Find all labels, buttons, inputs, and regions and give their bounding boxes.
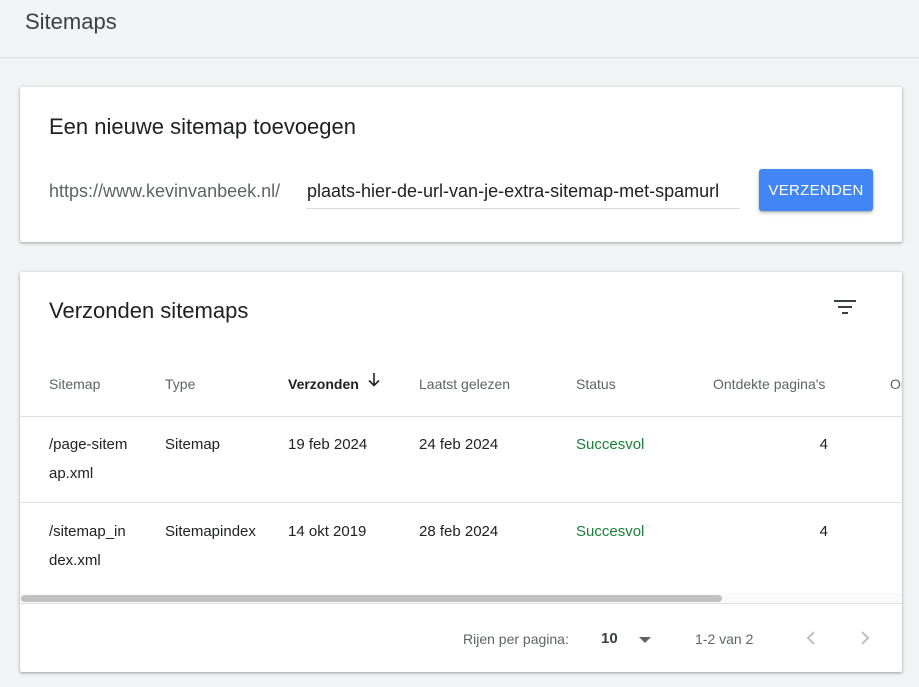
status-text: Succesvol [576, 436, 645, 453]
chevron-left-icon [806, 631, 815, 645]
add-sitemap-card: Een nieuwe sitemap toevoegen https://www… [20, 87, 902, 242]
page-title: Sitemaps [25, 9, 117, 34]
submitted-date: 19 feb 2024 [288, 436, 368, 453]
rows-per-page-select[interactable]: 10 [601, 627, 657, 651]
last-read-date: 24 feb 2024 [419, 436, 499, 453]
sitemap-type: Sitemapindex [165, 523, 256, 540]
dropdown-arrow-icon [639, 637, 651, 643]
arrow-down-icon[interactable] [365, 371, 383, 389]
rows-per-page-value: 10 [601, 630, 618, 647]
chevron-right-icon [861, 631, 870, 645]
horizontal-scrollbar[interactable] [20, 593, 902, 603]
column-header-status[interactable]: Status [576, 376, 616, 392]
sitemap-path-line: ap.xml [49, 465, 94, 482]
scrollbar-thumb[interactable] [21, 595, 722, 602]
sitemap-type: Sitemap [165, 436, 221, 453]
column-header-discovered-pages[interactable]: Ontdekte pagina's [713, 376, 825, 392]
sitemap-path[interactable]: /sitemap_in dex.xml [49, 517, 126, 575]
url-prefix: https://www.kevinvanbeek.nl/ [49, 181, 281, 201]
rows-per-page-label: Rijen per pagina: [463, 631, 569, 647]
table-divider [20, 502, 902, 503]
sitemap-path-line: dex.xml [49, 552, 101, 569]
submitted-sitemaps-card: Verzonden sitemaps Sitemap Type Verzonde… [20, 272, 902, 672]
column-header-submitted[interactable]: Verzonden [288, 376, 359, 392]
submit-sitemap-button[interactable]: VERZENDEN [759, 169, 873, 211]
pagination-range: 1-2 van 2 [695, 631, 754, 647]
sitemap-path-line: /sitemap_in [49, 523, 126, 540]
next-page-button[interactable] [851, 624, 879, 652]
last-read-date: 28 feb 2024 [419, 523, 499, 540]
column-header-last-read[interactable]: Laatst gelezen [419, 376, 510, 392]
page-header: Sitemaps [0, 0, 919, 58]
table-divider [20, 416, 902, 417]
sitemap-path-line: /page-sitem [49, 436, 128, 453]
status-text: Succesvol [576, 523, 645, 540]
discovered-pages-count: 4 [819, 523, 828, 540]
submitted-sitemaps-title: Verzonden sitemaps [49, 298, 249, 323]
filter-list-icon [834, 300, 856, 314]
column-header-sitemap[interactable]: Sitemap [49, 376, 100, 392]
submitted-date: 14 okt 2019 [288, 523, 367, 540]
column-header-type[interactable]: Type [165, 376, 195, 392]
previous-page-button[interactable] [797, 624, 825, 652]
discovered-pages-count: 4 [819, 436, 828, 453]
footer-divider [20, 603, 902, 604]
filter-button[interactable] [830, 294, 860, 320]
sitemap-path[interactable]: /page-sitem ap.xml [49, 430, 127, 488]
add-sitemap-title: Een nieuwe sitemap toevoegen [49, 114, 356, 139]
sitemap-url-input[interactable] [306, 177, 740, 209]
column-header-truncated[interactable]: On [890, 376, 902, 392]
